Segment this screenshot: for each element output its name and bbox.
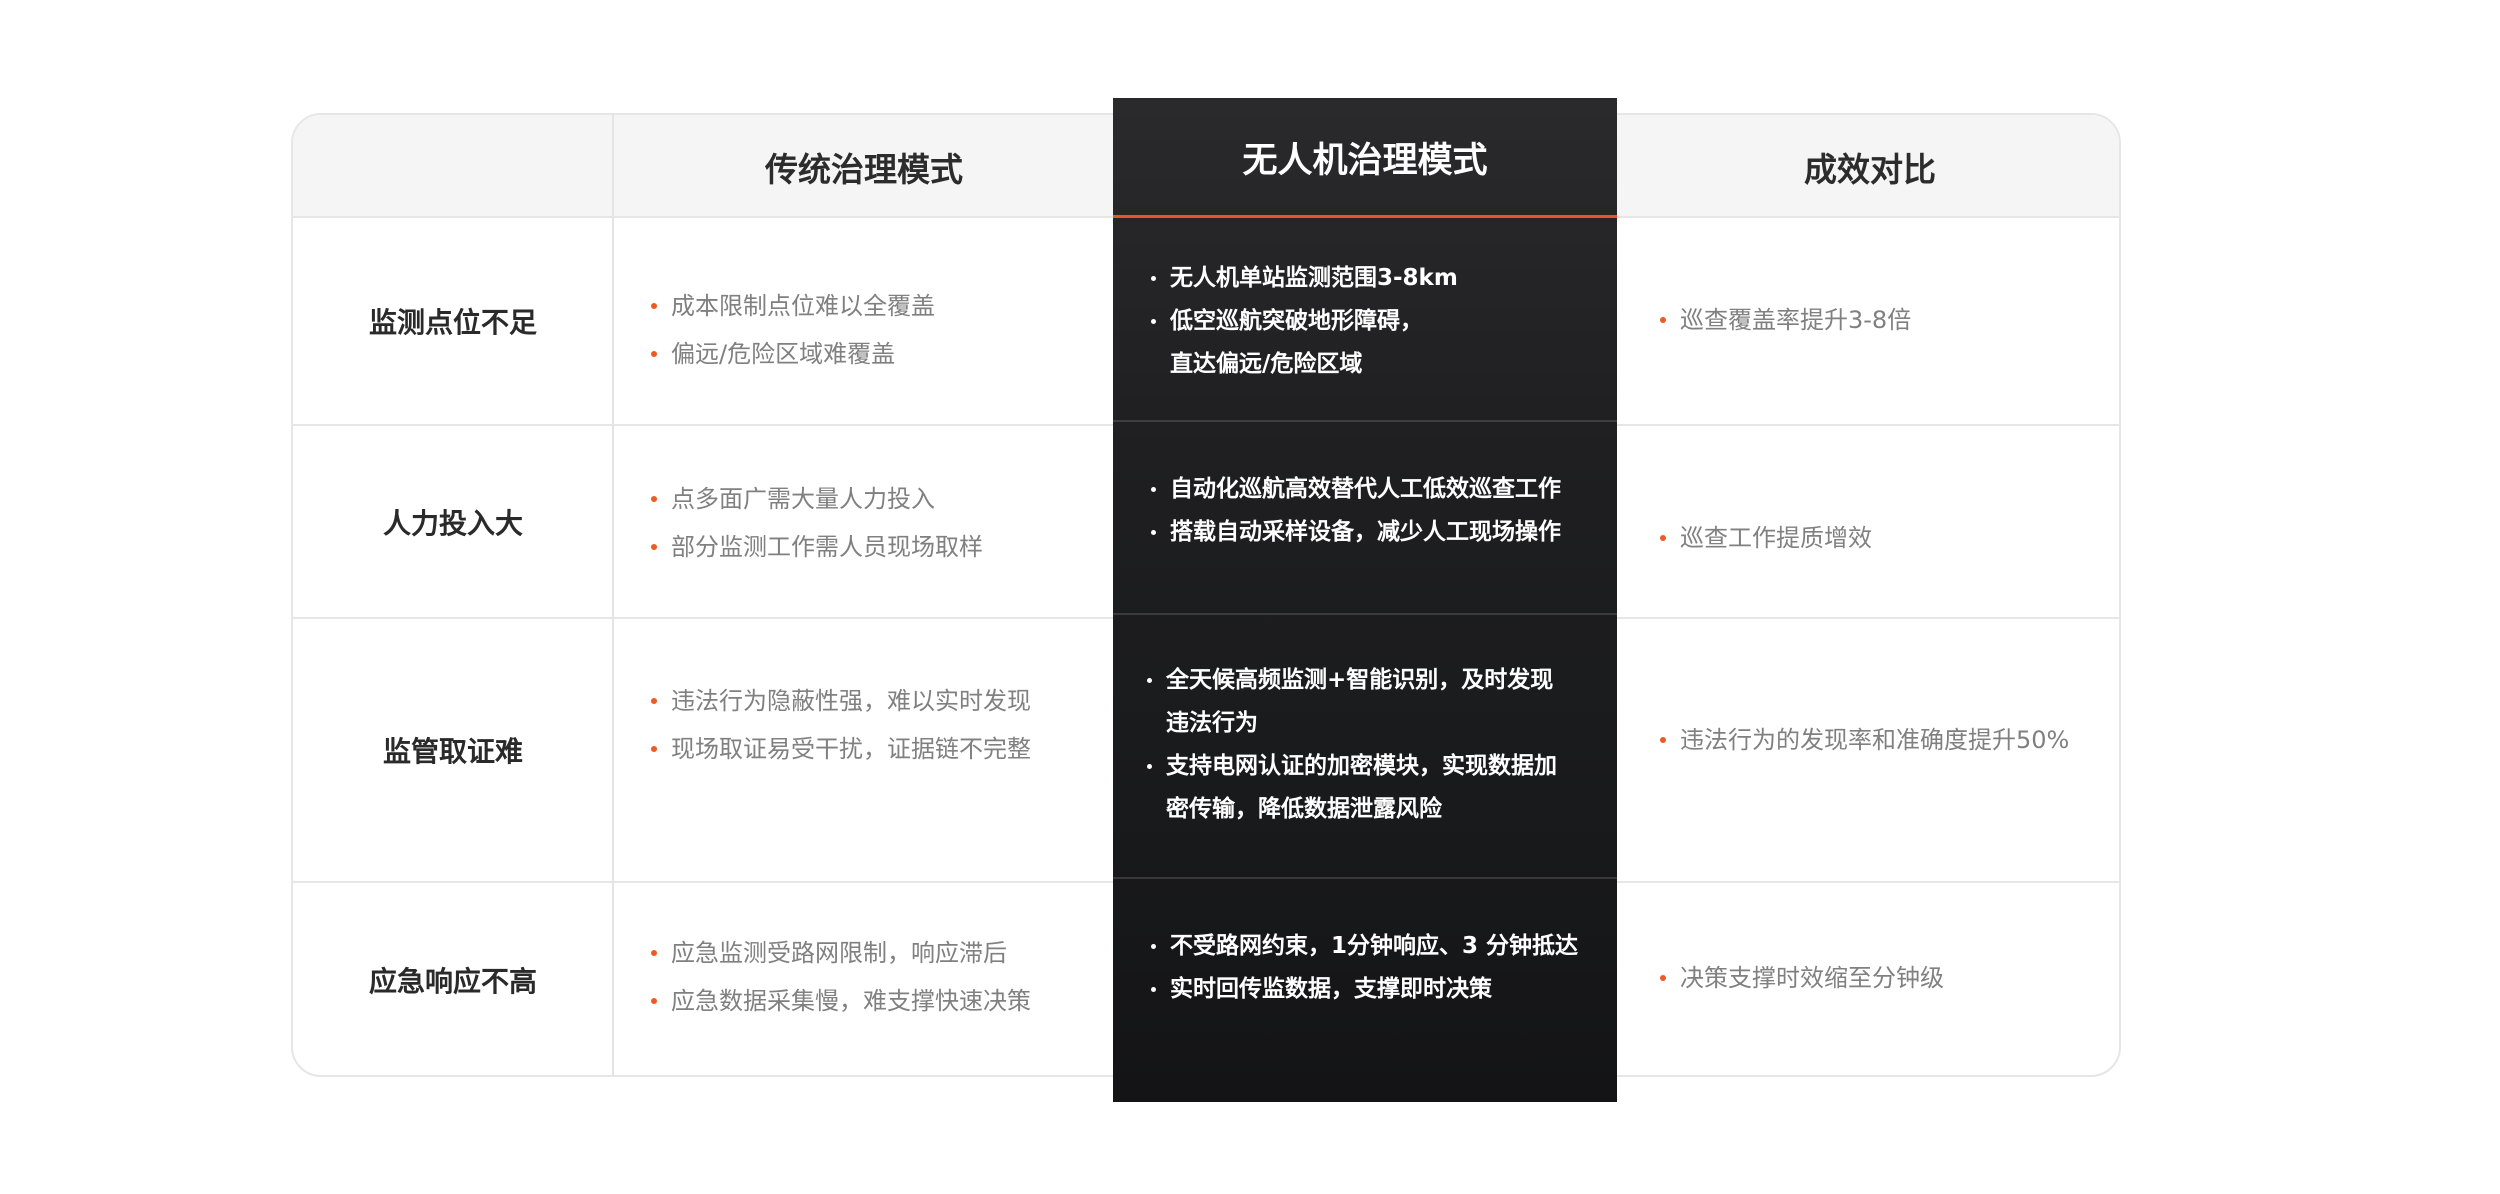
column-header-drone: 无人机治理模式 xyxy=(1242,140,1488,181)
traditional-cell: 成本限制点位难以全覆盖 偏远/危险区域难覆盖 xyxy=(651,280,1101,380)
bullet-dot-icon xyxy=(651,698,657,704)
bullet-dot-icon xyxy=(651,351,657,357)
list-item: 支持电网认证的加密模块，实现数据加 密传输，降低数据泄露风险 xyxy=(1147,745,1617,831)
bullet-dot-icon xyxy=(651,496,657,502)
list-item: 决策支撑时效缩至分钟级 xyxy=(1660,954,2100,1002)
list-item: 自动化巡航高效替代人工低效巡查工作 xyxy=(1151,468,1617,511)
list-item: 违法行为的发现率和准确度提升50% xyxy=(1660,716,2110,764)
row-divider xyxy=(1113,877,1617,879)
row-label: 监测点位不足 xyxy=(368,306,537,339)
list-item: 部分监测工作需人员现场取样 xyxy=(651,523,1101,571)
bullet-dot-icon xyxy=(1151,275,1156,281)
list-item: 无人机单站监测范围3-8km xyxy=(1151,257,1617,300)
bullet-dot-icon xyxy=(651,998,657,1004)
bullet-dot-icon xyxy=(1660,317,1666,323)
row-divider xyxy=(1113,613,1617,615)
drone-cell: 自动化巡航高效替代人工低效巡查工作 搭载自动采样设备，减少人工现场操作 xyxy=(1113,461,1617,561)
row-label: 人力投入大 xyxy=(382,506,523,540)
drone-cell: 全天候高频监测+智能识别，及时发现 违法行为 支持电网认证的加密模块，实现数据加… xyxy=(1113,633,1617,857)
list-item: 应急监测受路网限制，响应滞后 xyxy=(651,929,1101,977)
bullet-dot-icon xyxy=(1660,975,1666,981)
column-header-effect: 成效对比 xyxy=(1804,149,1936,189)
bullet-dot-icon xyxy=(1151,530,1156,535)
bullet-dot-icon xyxy=(1151,487,1156,492)
list-item: 违法行为隐蔽性强，难以实时发现 xyxy=(651,677,1101,725)
list-item: 成本限制点位难以全覆盖 xyxy=(651,282,1101,330)
bullet-dot-icon xyxy=(651,544,657,550)
bullet-dot-icon xyxy=(1147,764,1152,769)
traditional-cell: 应急监测受路网限制，响应滞后 应急数据采集慢，难支撑快速决策 xyxy=(651,927,1101,1027)
list-item: 巡查覆盖率提升3-8倍 xyxy=(1660,296,2100,344)
list-item: 现场取证易受干扰，证据链不完整 xyxy=(651,725,1101,773)
drone-cell: 无人机单站监测范围3-8km 低空巡航突破地形障碍， 直达偏远/危险区域 xyxy=(1113,251,1617,391)
bullet-dot-icon xyxy=(1151,987,1156,992)
effect-cell: 巡查工作提质增效 xyxy=(1660,513,2100,563)
list-item: 实时回传监数据，支撑即时决策 xyxy=(1151,968,1617,1011)
bullet-dot-icon xyxy=(1151,318,1156,324)
list-item: 巡查工作提质增效 xyxy=(1660,514,2100,562)
bullet-dot-icon xyxy=(1151,944,1156,949)
comparison-page: 传统治理模式 成效对比 监测点位不足 人力投入大 监管取证难 应急响应不高 成本… xyxy=(0,0,2500,1194)
list-item: 全天候高频监测+智能识别，及时发现 违法行为 xyxy=(1147,659,1617,745)
row-label: 应急响应不高 xyxy=(368,965,537,998)
bullet-dot-icon xyxy=(1660,535,1666,541)
list-item: 不受路网约束，1分钟响应、3 分钟抵达 xyxy=(1151,925,1617,968)
effect-cell: 决策支撑时效缩至分钟级 xyxy=(1660,953,2100,1003)
bullet-dot-icon xyxy=(1660,737,1666,743)
bullet-dot-icon xyxy=(651,950,657,956)
list-item: 应急数据采集慢，难支撑快速决策 xyxy=(651,977,1101,1025)
bullet-dot-icon xyxy=(1147,678,1152,683)
effect-cell: 违法行为的发现率和准确度提升50% xyxy=(1660,715,2110,765)
bullet-dot-icon xyxy=(651,303,657,309)
row-label: 监管取证难 xyxy=(382,735,523,768)
list-item: 搭载自动采样设备，减少人工现场操作 xyxy=(1151,511,1617,554)
header-accent-line xyxy=(1113,215,1617,218)
column-header-traditional: 传统治理模式 xyxy=(765,149,963,189)
effect-cell: 巡查覆盖率提升3-8倍 xyxy=(1660,295,2100,345)
list-item: 点多面广需大量人力投入 xyxy=(651,475,1101,523)
drone-cell: 不受路网约束，1分钟响应、3 分钟抵达 实时回传监数据，支撑即时决策 xyxy=(1113,918,1617,1018)
traditional-cell: 点多面广需大量人力投入 部分监测工作需人员现场取样 xyxy=(651,473,1101,573)
traditional-cell: 违法行为隐蔽性强，难以实时发现 现场取证易受干扰，证据链不完整 xyxy=(651,675,1101,775)
row-divider xyxy=(1113,420,1617,422)
bullet-dot-icon xyxy=(651,746,657,752)
list-item: 偏远/危险区域难覆盖 xyxy=(651,330,1101,378)
drone-column-highlight: 无人机治理模式 无人机单站监测范围3-8km 低空巡航突破地形障碍， 直达偏远/… xyxy=(1113,98,1617,1102)
list-item: 低空巡航突破地形障碍， 直达偏远/危险区域 xyxy=(1151,300,1617,386)
